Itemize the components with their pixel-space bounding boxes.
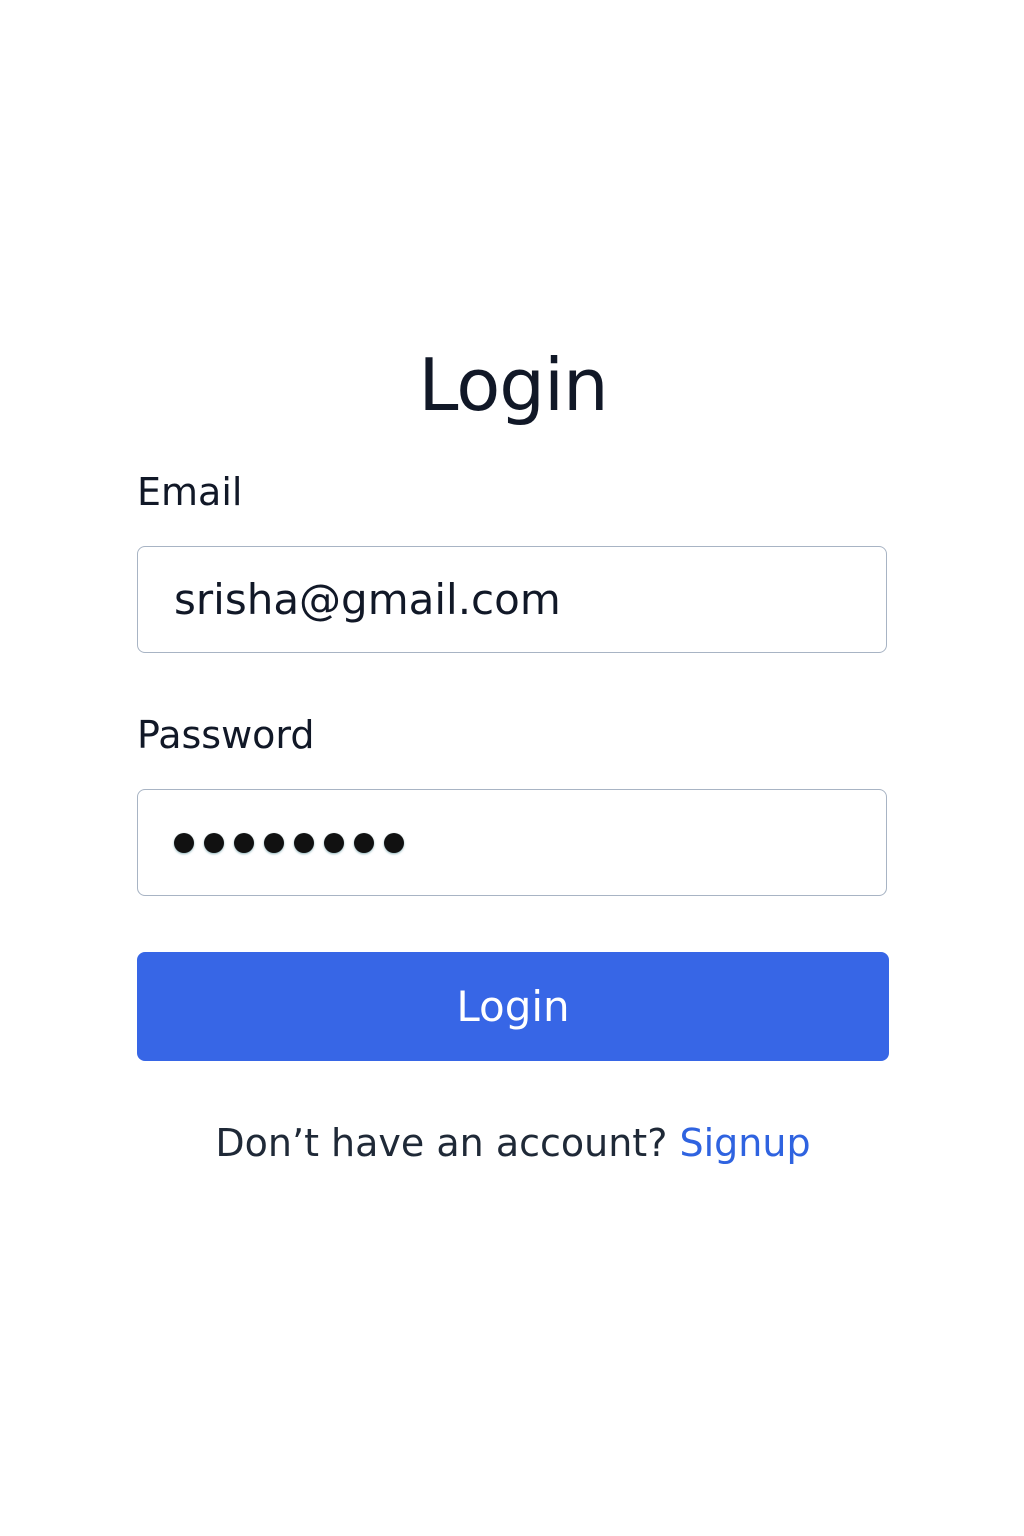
login-form: Login Email Password Login Don’t have an… <box>137 340 889 1167</box>
signup-link[interactable]: Signup <box>679 1121 810 1165</box>
signup-prompt-row: Don’t have an account? Signup <box>137 1119 889 1167</box>
email-field-container[interactable] <box>137 546 887 653</box>
signup-prompt-text: Don’t have an account? <box>215 1121 668 1165</box>
password-mask-dot <box>234 832 254 853</box>
password-mask-dot <box>264 832 284 853</box>
email-label: Email <box>137 470 243 514</box>
login-button[interactable]: Login <box>137 952 889 1061</box>
password-mask-dot <box>324 832 344 853</box>
page-title: Login <box>418 343 608 427</box>
password-mask-dot <box>294 832 314 853</box>
password-mask-dot <box>354 832 374 853</box>
password-field[interactable] <box>137 789 887 896</box>
email-field[interactable] <box>174 575 850 624</box>
password-mask-dot <box>384 832 404 853</box>
password-mask-dot <box>204 832 224 853</box>
password-mask <box>174 790 404 895</box>
password-mask-dot <box>174 832 194 853</box>
password-label: Password <box>137 713 315 757</box>
